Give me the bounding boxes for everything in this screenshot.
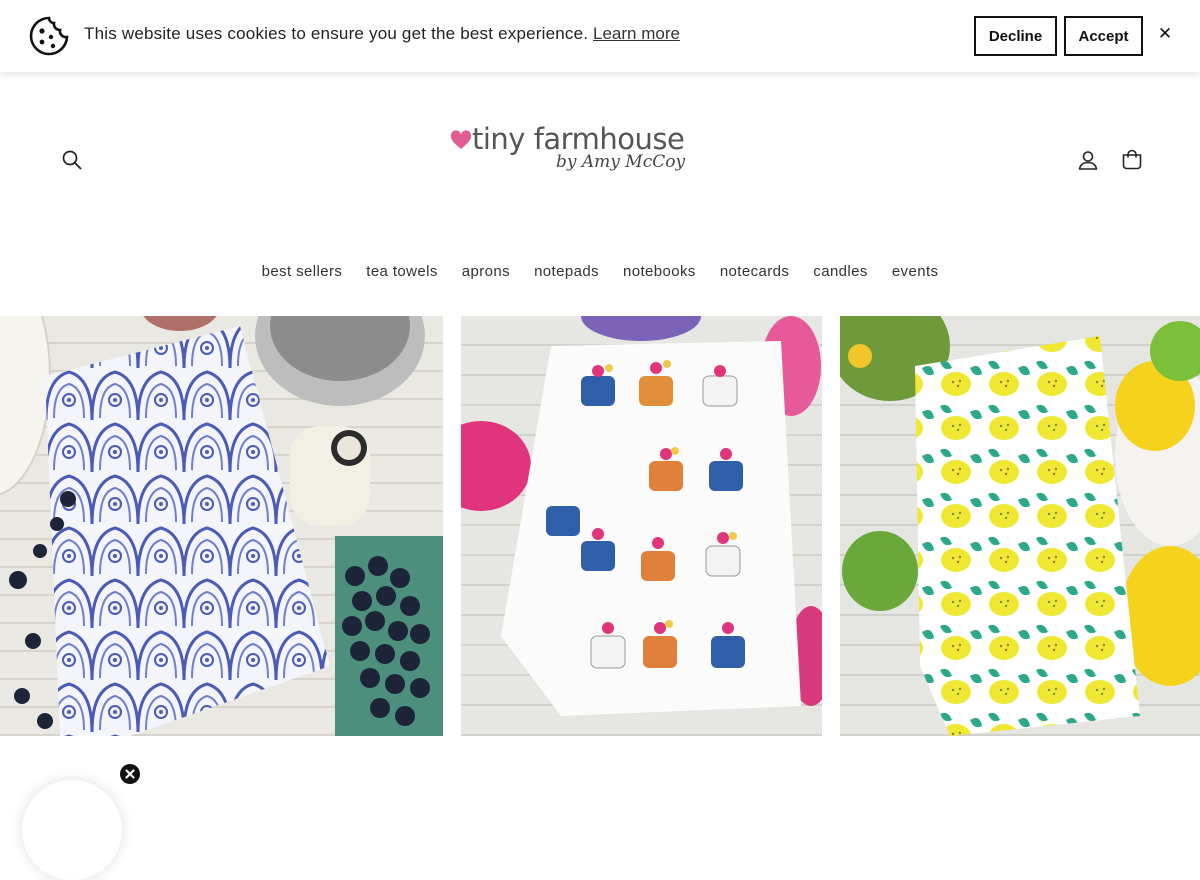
close-icon [125, 769, 135, 779]
site-logo[interactable]: tiny farmhouse by Amy McCoy [448, 120, 698, 200]
nav-item-events[interactable]: events [880, 263, 951, 280]
nav-item-notepads[interactable]: notepads [522, 263, 611, 280]
cookie-message: This website uses cookies to ensure you … [84, 24, 589, 43]
cookie-banner: This website uses cookies to ensure you … [0, 0, 1200, 72]
newsletter-popup-teaser[interactable] [22, 780, 122, 880]
heart-icon [450, 130, 472, 149]
main-navigation: best sellers tea towels aprons notepads … [0, 263, 1200, 280]
logo-subtitle: by Amy McCoy [556, 152, 686, 172]
search-icon[interactable] [60, 148, 84, 172]
close-popup-button[interactable] [120, 764, 140, 784]
nav-item-notecards[interactable]: notecards [708, 263, 801, 280]
logo-title: tiny farmhouse [472, 122, 685, 156]
learn-more-link[interactable]: Learn more [593, 24, 680, 44]
close-cookie-banner-button[interactable]: ✕ [1156, 24, 1174, 44]
nav-item-aprons[interactable]: aprons [450, 263, 522, 280]
nav-item-tea-towels[interactable]: tea towels [354, 263, 450, 280]
hero-image-blue-tea-towel[interactable] [0, 316, 443, 736]
nav-item-best-sellers[interactable]: best sellers [250, 263, 355, 280]
cookie-icon [29, 16, 69, 56]
nav-item-notebooks[interactable]: notebooks [611, 263, 708, 280]
nav-item-candles[interactable]: candles [801, 263, 880, 280]
cart-icon[interactable] [1120, 148, 1144, 172]
account-icon[interactable] [1076, 148, 1100, 172]
hero-image-lemon-tea-towel[interactable] [840, 316, 1200, 736]
accept-button[interactable]: Accept [1064, 16, 1143, 56]
hero-image-flower-pots-tea-towel[interactable] [461, 316, 822, 736]
decline-button[interactable]: Decline [974, 16, 1057, 56]
